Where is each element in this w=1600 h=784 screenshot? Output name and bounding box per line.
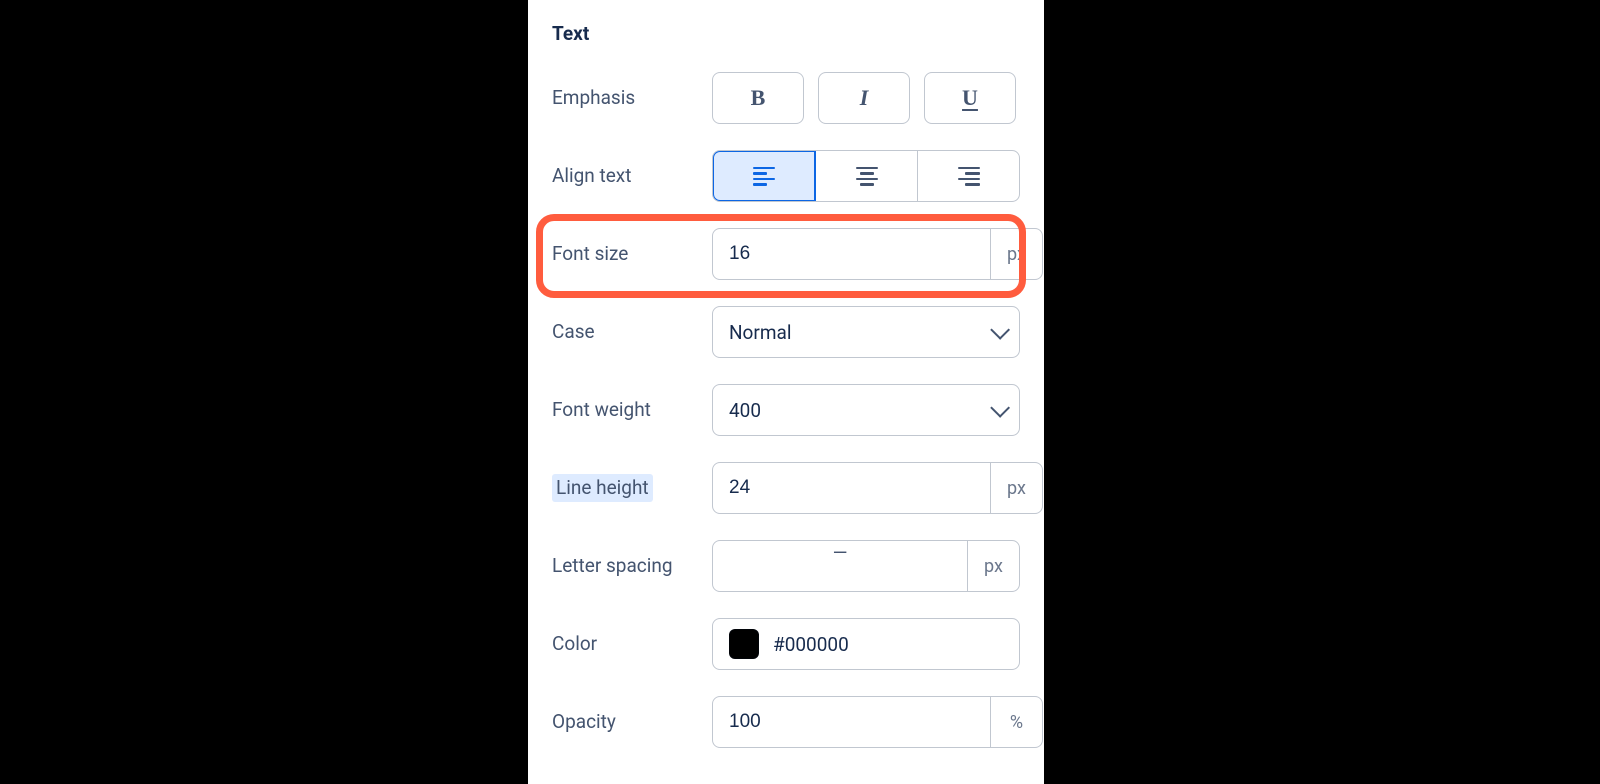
font-size-input-group: px (712, 228, 1043, 280)
row-font-weight: Font weight 400 (552, 383, 1020, 437)
chevron-down-icon (990, 320, 1010, 340)
bold-button[interactable]: B (712, 72, 804, 124)
font-weight-select[interactable]: 400 (712, 384, 1020, 436)
emphasis-label: Emphasis (552, 86, 712, 110)
line-height-input[interactable] (713, 463, 990, 513)
chevron-down-icon (990, 398, 1010, 418)
letter-spacing-input[interactable]: — (713, 541, 967, 591)
font-size-label: Font size (552, 242, 712, 266)
row-letter-spacing: Letter spacing — px (552, 539, 1020, 593)
font-size-unit: px (990, 229, 1042, 279)
opacity-input-group: % (712, 696, 1043, 748)
align-left-icon (753, 167, 775, 186)
row-font-size: Font size px (552, 227, 1020, 281)
align-label: Align text (552, 164, 712, 188)
opacity-unit: % (990, 697, 1042, 747)
case-select[interactable]: Normal (712, 306, 1020, 358)
opacity-input[interactable] (713, 697, 990, 747)
color-value: #000000 (773, 633, 849, 656)
font-size-input[interactable] (713, 229, 990, 279)
align-right-icon (958, 167, 980, 186)
emphasis-group: B I U (712, 72, 1020, 124)
row-opacity: Opacity % (552, 695, 1020, 749)
row-line-height: Line height px (552, 461, 1020, 515)
underline-button[interactable]: U (924, 72, 1016, 124)
underline-icon: U (962, 85, 978, 111)
line-height-label: Line height (552, 474, 712, 502)
row-color: Color #000000 (552, 617, 1020, 671)
letter-spacing-input-group: — px (712, 540, 1020, 592)
align-left-button[interactable] (712, 150, 816, 202)
color-label: Color (552, 632, 712, 656)
letter-spacing-unit: px (967, 541, 1019, 591)
case-value: Normal (729, 321, 791, 344)
section-title: Text (552, 22, 1020, 45)
line-height-unit: px (990, 463, 1042, 513)
align-right-button[interactable] (918, 151, 1019, 201)
italic-button[interactable]: I (818, 72, 910, 124)
opacity-label: Opacity (552, 710, 712, 734)
align-center-icon (856, 167, 878, 186)
font-weight-value: 400 (729, 399, 761, 422)
font-weight-label: Font weight (552, 398, 712, 422)
italic-icon: I (860, 85, 869, 111)
color-swatch (729, 629, 759, 659)
row-emphasis: Emphasis B I U (552, 71, 1020, 125)
align-segmented (712, 150, 1020, 202)
text-properties-panel: Text Emphasis B I U Align text (528, 0, 1044, 784)
line-height-input-group: px (712, 462, 1043, 514)
align-center-button[interactable] (816, 151, 918, 201)
color-picker[interactable]: #000000 (712, 618, 1020, 670)
letter-spacing-label: Letter spacing (552, 554, 712, 578)
row-align: Align text (552, 149, 1020, 203)
row-case: Case Normal (552, 305, 1020, 359)
bold-icon: B (751, 85, 766, 111)
case-label: Case (552, 320, 712, 344)
